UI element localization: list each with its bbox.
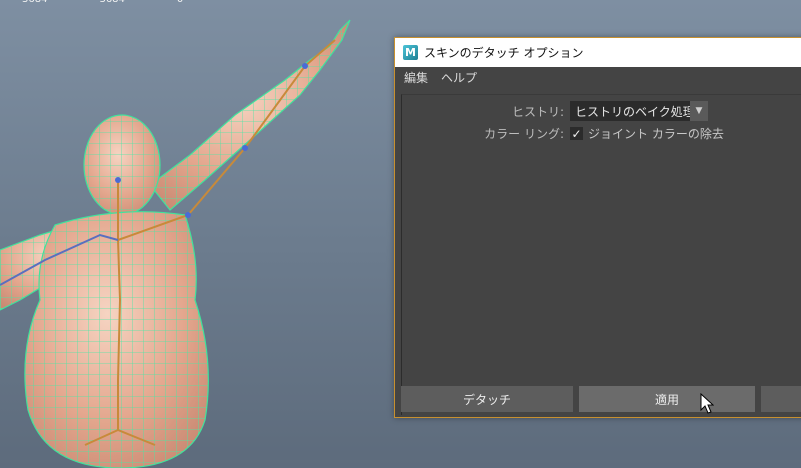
chevron-down-icon[interactable]: ▼	[690, 101, 708, 121]
menu-help[interactable]: ヘルプ	[441, 69, 477, 86]
history-selected-value: ヒストリのベイク処理	[575, 104, 695, 119]
body-mesh	[0, 19, 351, 468]
color-ring-row: カラー リング: ✓ ジョイント カラーの除去	[396, 125, 724, 142]
remove-joint-color-label[interactable]: ジョイント カラーの除去	[588, 125, 724, 142]
character-model[interactable]	[0, 0, 401, 468]
color-ring-label: カラー リング:	[484, 127, 564, 141]
detach-skin-options-dialog[interactable]: M スキンのデタッチ オプション 編集 ヘルプ ヒストリ: ヒストリのベイク処理…	[394, 37, 801, 418]
menu-edit[interactable]: 編集	[404, 69, 428, 86]
menu-bar: 編集 ヘルプ	[395, 67, 801, 88]
apply-button[interactable]: 適用	[579, 386, 755, 412]
mouse-cursor-icon	[700, 393, 714, 414]
detach-button[interactable]: デタッチ	[401, 386, 573, 412]
remove-joint-color-checkbox[interactable]: ✓	[570, 126, 583, 141]
maya-app-icon: M	[403, 45, 418, 60]
history-row: ヒストリ: ヒストリのベイク処理 ▼	[396, 101, 708, 121]
close-button[interactable]	[761, 386, 801, 412]
checkmark-icon: ✓	[571, 126, 582, 141]
options-panel: ヒストリ: ヒストリのベイク処理 ▼ カラー リング: ✓ ジョイント カラーの…	[401, 94, 801, 415]
history-dropdown[interactable]: ヒストリのベイク処理 ▼	[570, 101, 708, 121]
dialog-title: スキンのデタッチ オプション	[424, 46, 584, 60]
history-label: ヒストリ:	[511, 104, 564, 119]
dialog-titlebar[interactable]: M スキンのデタッチ オプション	[395, 38, 801, 67]
